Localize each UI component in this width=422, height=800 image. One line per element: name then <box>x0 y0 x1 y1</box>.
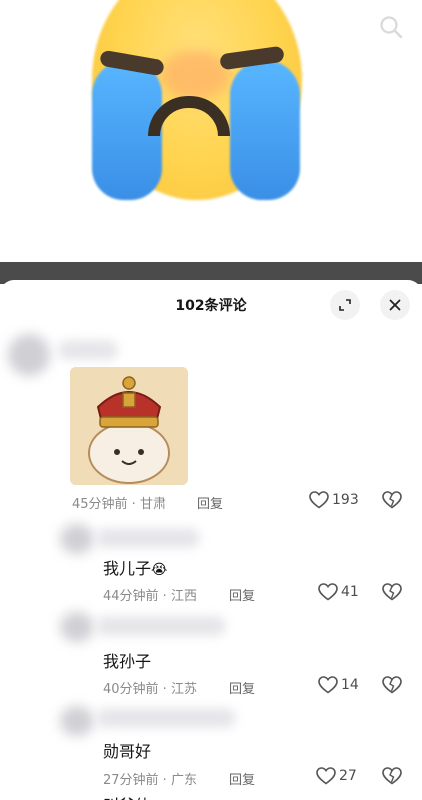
comment-text-value: 我儿子 <box>103 559 152 578</box>
like-count: 27 <box>339 768 357 784</box>
like-count: 41 <box>341 584 359 600</box>
like-count: 14 <box>341 677 359 693</box>
avatar[interactable] <box>60 612 94 642</box>
heart-icon[interactable] <box>318 676 338 694</box>
dumpling-emperor-sticker <box>70 367 188 485</box>
comment-time-location: 40分钟前 · 江苏 <box>103 682 197 697</box>
video-player[interactable] <box>0 0 422 262</box>
comment-time-location: 44分钟前 · 江西 <box>103 589 197 604</box>
emoji-cheek <box>160 50 230 100</box>
reply-button[interactable]: 回复 <box>229 678 255 697</box>
close-button[interactable] <box>380 290 410 320</box>
emoji-tear-right <box>230 60 300 200</box>
close-icon <box>389 299 401 311</box>
comment-text: 叫爸体 <box>103 792 151 800</box>
avatar[interactable] <box>8 334 50 376</box>
heart-icon[interactable] <box>318 583 338 601</box>
username-redacted[interactable] <box>96 616 226 636</box>
comment-sheet: 102条评论 45分钟前 · 甘肃 回复 193 我儿子😭 44分钟前 · 江西… <box>0 280 422 800</box>
like-count: 193 <box>332 492 359 508</box>
reply-button[interactable]: 回复 <box>229 585 255 604</box>
comment-sticker-image[interactable] <box>70 367 188 485</box>
expand-button[interactable] <box>330 290 360 320</box>
avatar[interactable] <box>60 706 94 736</box>
comment-time-location: 45分钟前 · 甘肃 <box>72 497 166 512</box>
username-redacted[interactable] <box>96 708 236 728</box>
heart-icon[interactable] <box>316 767 336 785</box>
expand-icon <box>339 299 351 311</box>
comment-text: 我儿子😭 <box>103 555 167 579</box>
broken-heart-icon[interactable] <box>382 767 402 785</box>
avatar[interactable] <box>60 524 94 554</box>
search-icon[interactable] <box>378 14 404 40</box>
crying-emoji: 😭 <box>151 562 168 578</box>
reply-button[interactable]: 回复 <box>229 769 255 788</box>
reply-button[interactable]: 回复 <box>197 493 223 512</box>
comment-text: 我孙子 <box>103 652 152 671</box>
broken-heart-icon[interactable] <box>382 676 402 694</box>
username-redacted[interactable] <box>58 340 118 360</box>
comment-time-location: 27分钟前 · 广东 <box>103 773 197 788</box>
heart-icon[interactable] <box>309 491 329 509</box>
comment-text: 勋哥好 <box>103 742 152 761</box>
broken-heart-icon[interactable] <box>382 491 402 509</box>
broken-heart-icon[interactable] <box>382 583 402 601</box>
username-redacted[interactable] <box>96 528 200 548</box>
